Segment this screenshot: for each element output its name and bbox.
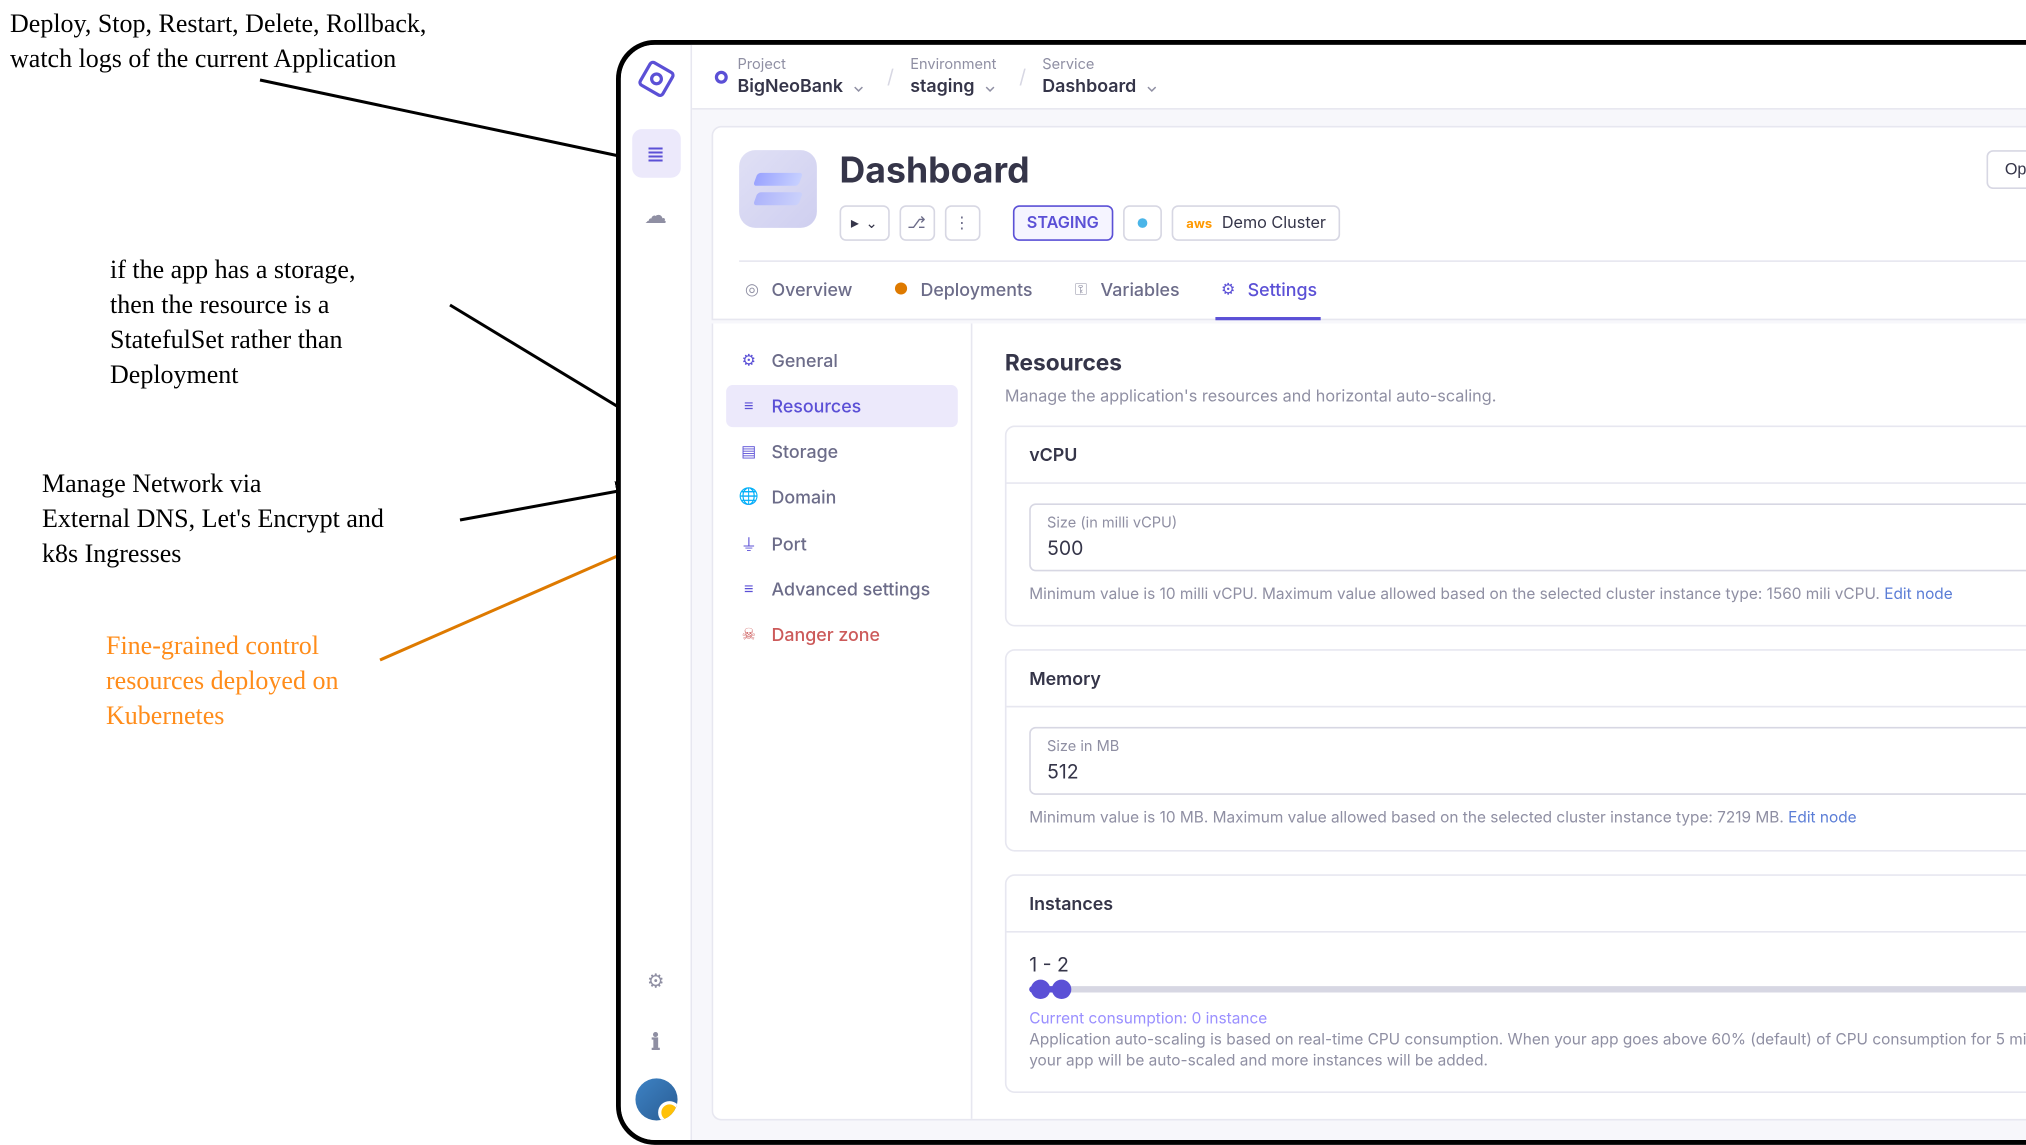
storage-icon [739, 442, 758, 461]
app-window: Project BigNeoBank / Environment staging… [616, 40, 2026, 1145]
memory-input[interactable]: Size in MB 512 [1029, 727, 2026, 795]
anno-network: Manage Network via External DNS, Let's E… [42, 466, 384, 571]
tab-deployments[interactable]: Deployments [888, 262, 1036, 320]
memory-card-title: Memory [1006, 651, 2026, 708]
anno-advanced: Fine-grained control resources deployed … [106, 628, 338, 733]
breadcrumb-environment[interactable]: Environment staging [910, 56, 996, 96]
settings-nav-general[interactable]: General [726, 340, 958, 382]
layers-icon [646, 140, 665, 168]
cloud-icon [644, 201, 667, 229]
sliders-icon [739, 579, 758, 598]
globe-icon [739, 487, 758, 506]
gear-icon [647, 966, 664, 994]
memory-hint: Minimum value is 10 MB. Maximum value al… [1029, 808, 2026, 830]
instances-consumption: Current consumption: 0 instance [1029, 1008, 2026, 1030]
resources-subheading: Manage the application's resources and h… [1005, 387, 2026, 406]
settings-content: Resources Manage the application's resou… [972, 324, 2026, 1119]
tab-overview[interactable]: Overview [739, 262, 856, 320]
aws-icon: aws [1186, 215, 1212, 231]
settings-nav-port[interactable]: Port [726, 521, 958, 565]
rail-item-settings[interactable] [631, 955, 680, 1004]
gear-icon [1219, 280, 1238, 299]
sliders-icon [739, 396, 758, 415]
resources-heading: Resources [1005, 349, 2026, 377]
environment-badge: STAGING [1012, 205, 1113, 241]
skull-icon [739, 625, 758, 644]
provider-chip[interactable] [1123, 205, 1162, 241]
plug-icon [739, 531, 758, 555]
chevron-down-icon [866, 214, 878, 232]
settings-nav-storage[interactable]: Storage [726, 430, 958, 472]
settings-nav-danger[interactable]: Danger zone [726, 613, 958, 655]
rail-item-layers[interactable] [631, 129, 680, 178]
settings-nav-resources[interactable]: Resources [726, 385, 958, 427]
org-indicator-icon [715, 70, 728, 83]
vcpu-hint: Minimum value is 10 milli vCPU. Maximum … [1029, 584, 2026, 606]
vcpu-card: vCPU Size (in milli vCPU) 500 Minimum va… [1005, 426, 2026, 627]
settings-nav-domain[interactable]: Domain [726, 476, 958, 518]
chevron-down-icon [1146, 74, 1158, 97]
service-title: Dashboard [840, 150, 1965, 192]
instances-hint: Application auto-scaling is based on rea… [1029, 1030, 2026, 1073]
instances-range: 1 - 2 [1029, 951, 2026, 975]
left-rail [621, 45, 692, 1140]
instances-card: Instances 1 - 2 Current consumption: 0 i… [1005, 874, 2026, 1094]
service-header: Dashboard STAGING aws Demo C [712, 126, 2026, 320]
slider-thumb-min[interactable] [1030, 979, 1049, 998]
breadcrumb-bar: Project BigNeoBank / Environment staging… [692, 45, 2026, 110]
breadcrumb-separator: / [887, 64, 894, 88]
branch-icon [907, 214, 926, 232]
settings-nav-advanced[interactable]: Advanced settings [726, 568, 958, 610]
key-icon [1071, 280, 1090, 299]
rail-item-info[interactable] [631, 1017, 680, 1066]
anno-toolbar: Deploy, Stop, Restart, Delete, Rollback,… [10, 6, 426, 76]
tab-variables[interactable]: Variables [1068, 262, 1183, 320]
eye-icon [742, 280, 761, 299]
open-links-button[interactable]: Open links [1987, 150, 2026, 189]
logs-button[interactable] [899, 205, 935, 241]
service-app-icon [739, 150, 817, 228]
vcpu-input[interactable]: Size (in milli vCPU) 500 [1029, 503, 2026, 571]
deploy-status-icon [891, 280, 910, 299]
slider-thumb-max[interactable] [1051, 979, 1070, 998]
breadcrumb-service[interactable]: Service Dashboard [1042, 56, 1157, 96]
vcpu-edit-node-link[interactable]: Edit node [1884, 586, 1952, 604]
memory-card: Memory Size in MB 512 Minimum value is 1… [1005, 650, 2026, 851]
deploy-button[interactable] [840, 205, 890, 241]
memory-edit-node-link[interactable]: Edit node [1788, 810, 1856, 828]
instances-slider[interactable] [1029, 985, 2026, 991]
service-toolbar: STAGING aws Demo Cluster [840, 205, 1965, 241]
cluster-chip[interactable]: aws Demo Cluster [1172, 205, 1341, 241]
anno-storage: if the app has a storage, then the resou… [110, 252, 355, 392]
service-tabs: Overview Deployments Variables Settings [739, 260, 2026, 318]
chevron-down-icon [853, 74, 865, 97]
product-logo[interactable] [638, 61, 674, 97]
rail-item-cloud[interactable] [631, 191, 680, 240]
dots-icon [954, 214, 970, 232]
info-icon [651, 1027, 660, 1055]
settings-nav: General Resources Storage Domain Port Ad… [713, 324, 972, 1119]
breadcrumb-separator: / [1019, 64, 1026, 88]
play-icon [851, 214, 859, 232]
vcpu-card-title: vCPU [1006, 427, 2026, 484]
more-actions-button[interactable] [944, 205, 980, 241]
gear-icon [739, 351, 758, 370]
settings-panel: General Resources Storage Domain Port Ad… [712, 324, 2026, 1121]
user-avatar[interactable] [635, 1078, 677, 1120]
chevron-down-icon [984, 74, 996, 97]
status-dot-icon [1138, 218, 1148, 228]
tab-settings[interactable]: Settings [1215, 262, 1320, 320]
breadcrumb-project[interactable]: Project BigNeoBank [738, 56, 865, 96]
instances-card-title: Instances [1006, 875, 2026, 932]
